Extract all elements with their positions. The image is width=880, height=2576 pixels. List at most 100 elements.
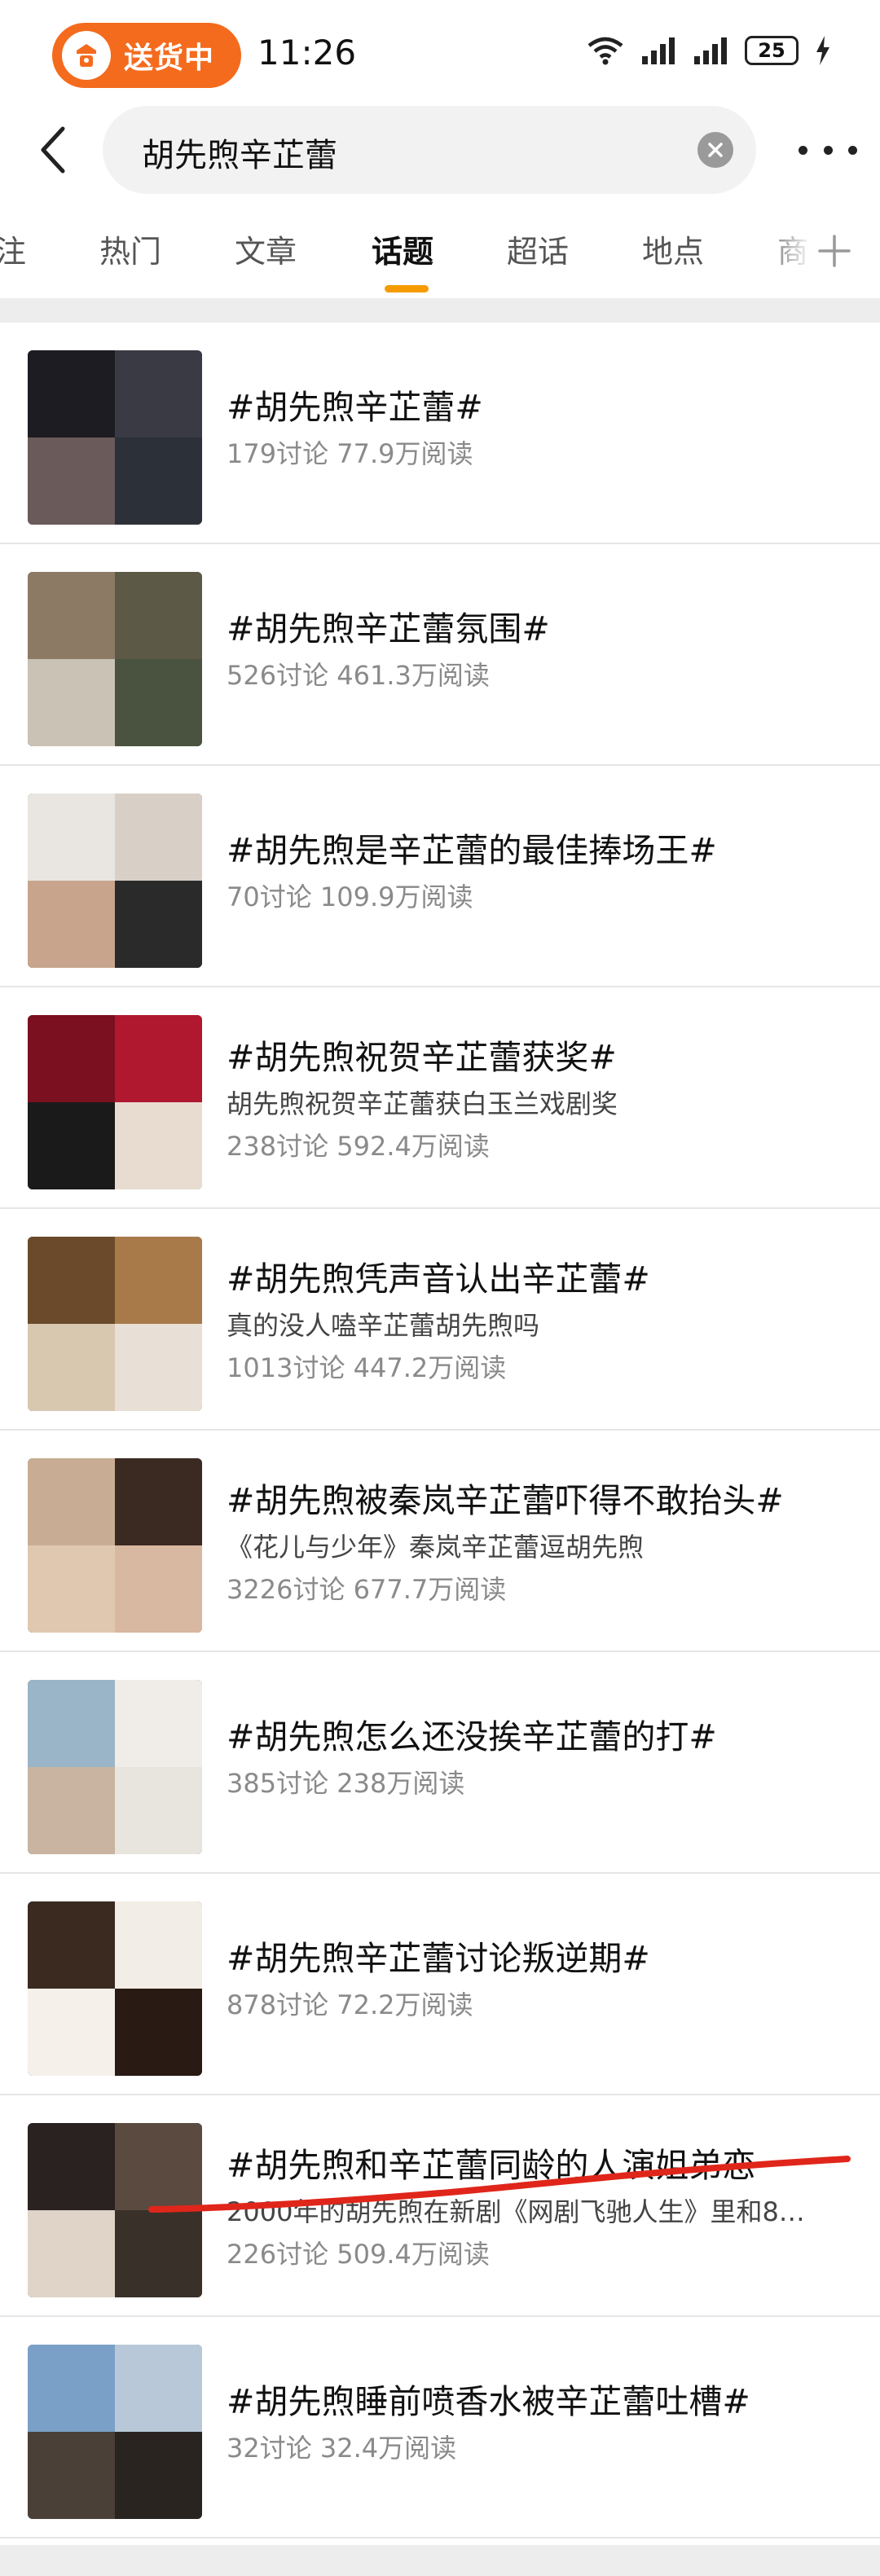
topic-item[interactable]: #胡先煦睡前喷香水被辛芷蕾吐槽# 32讨论 32.4万阅读 — [0, 2317, 880, 2539]
thumbnail-tile — [28, 659, 115, 746]
add-tab-icon[interactable] — [815, 231, 854, 270]
topic-item[interactable]: #胡先煦凭声音认出辛芷蕾# 真的没人嗑辛芷蕾胡先煦吗 1013讨论 447.2万阅读 — [0, 1209, 880, 1431]
tab-topics[interactable]: 话题 — [372, 226, 433, 271]
topic-thumbnail — [28, 572, 202, 746]
topic-item[interactable]: #胡先煦和辛芷蕾同龄的人演姐弟恋 2000年的胡先煦在新剧《网剧飞驰人生》里和8…… — [0, 2095, 880, 2317]
thumbnail-tile — [28, 572, 115, 659]
thumbnail-tile — [115, 350, 202, 437]
thumbnail-tile — [28, 2432, 115, 2519]
topic-title: #胡先煦辛芷蕾# — [227, 388, 483, 427]
topic-item[interactable]: #胡先煦是辛芷蕾的最佳捧场王# 70讨论 109.9万阅读 — [0, 766, 880, 987]
more-options-button[interactable] — [799, 132, 857, 168]
search-tabs: 注 热门 文章 话题 超话 地点 商 — [0, 213, 880, 298]
topic-item[interactable]: #胡先煦辛芷蕾# 179讨论 77.9万阅读 — [0, 323, 880, 544]
topic-title: #胡先煦被秦岚辛芷蕾吓得不敢抬头# — [227, 1481, 784, 1520]
topic-thumbnail — [28, 2123, 202, 2297]
topic-title: #胡先煦和辛芷蕾同龄的人演姐弟恋 — [227, 2146, 756, 2185]
thumbnail-tile — [115, 1102, 202, 1189]
tab-hot[interactable]: 热门 — [99, 226, 161, 271]
thumbnail-tile — [28, 1458, 115, 1545]
tab-articles[interactable]: 文章 — [235, 226, 297, 271]
topic-description: 2000年的胡先煦在新剧《网剧飞驰人生》里和8… — [227, 2196, 805, 2227]
topic-title: #胡先煦辛芷蕾氛围# — [227, 609, 550, 648]
section-divider — [0, 298, 880, 323]
topic-stats: 526讨论 461.3万阅读 — [227, 660, 490, 691]
signal-icon — [642, 37, 675, 64]
thumbnail-tile — [115, 1767, 202, 1854]
clear-icon — [708, 143, 723, 157]
topic-title: #胡先煦凭声音认出辛芷蕾# — [227, 1259, 650, 1299]
thumbnail-tile — [115, 2345, 202, 2432]
thumbnail-tile — [28, 1237, 115, 1324]
thumbnail-tile — [115, 659, 202, 746]
topic-thumbnail — [28, 350, 202, 525]
charging-icon — [816, 36, 829, 65]
thumbnail-tile — [115, 572, 202, 659]
topic-stats: 70讨论 109.9万阅读 — [227, 881, 473, 912]
topic-thumbnail — [28, 793, 202, 968]
status-bar: 送货中 11:26 25 — [0, 0, 880, 106]
thumbnail-tile — [28, 1102, 115, 1189]
thumbnail-tile — [115, 1901, 202, 1989]
thumbnail-tile — [28, 2210, 115, 2297]
thumbnail-tile — [115, 1989, 202, 2076]
topic-stats: 3226讨论 677.7万阅读 — [227, 1574, 507, 1605]
topic-stats: 226讨论 509.4万阅读 — [227, 2239, 490, 2270]
back-button[interactable] — [26, 121, 78, 179]
thumbnail-tile — [115, 2123, 202, 2210]
topic-thumbnail — [28, 1458, 202, 1633]
topic-stats: 179讨论 77.9万阅读 — [227, 438, 473, 469]
delivery-logo-icon — [62, 31, 111, 80]
thumbnail-tile — [28, 1545, 115, 1633]
topic-item[interactable]: #胡先煦辛芷蕾氛围# 526讨论 461.3万阅读 — [0, 544, 880, 766]
topic-stats: 385讨论 238万阅读 — [227, 1768, 465, 1799]
topic-title: #胡先煦辛芷蕾讨论叛逆期# — [227, 1939, 650, 1978]
thumbnail-tile — [115, 1545, 202, 1633]
thumbnail-tile — [28, 1680, 115, 1767]
thumbnail-tile — [115, 437, 202, 525]
topic-thumbnail — [28, 1015, 202, 1189]
topic-item[interactable]: #胡先煦被秦岚辛芷蕾吓得不敢抬头# 《花儿与少年》秦岚辛芷蕾逗胡先煦 3226讨论 … — [0, 1431, 880, 1652]
topic-description: 《花儿与少年》秦岚辛芷蕾逗胡先煦 — [227, 1532, 645, 1563]
topic-thumbnail — [28, 1237, 202, 1411]
topic-description: 胡先煦祝贺辛芷蕾获白玉兰戏剧奖 — [227, 1088, 618, 1119]
topic-stats: 1013讨论 447.2万阅读 — [227, 1352, 507, 1383]
delivery-status-pill[interactable]: 送货中 — [52, 23, 241, 88]
thumbnail-tile — [115, 1458, 202, 1545]
topic-item[interactable]: #胡先煦怎么还没挨辛芷蕾的打# 385讨论 238万阅读 — [0, 1652, 880, 1874]
thumbnail-tile — [115, 1324, 202, 1411]
delivery-label: 送货中 — [124, 42, 215, 75]
thumbnail-tile — [28, 437, 115, 525]
thumbnail-tile — [28, 1989, 115, 2076]
thumbnail-tile — [28, 881, 115, 968]
topic-stats: 878讨论 72.2万阅读 — [227, 1989, 473, 2020]
thumbnail-tile — [115, 1680, 202, 1767]
topic-description: 真的没人嗑辛芷蕾胡先煦吗 — [227, 1310, 540, 1341]
topic-item[interactable]: #胡先煦辛芷蕾讨论叛逆期# 878讨论 72.2万阅读 — [0, 1874, 880, 2095]
search-input[interactable]: 胡先煦辛芷蕾 — [103, 106, 756, 194]
tab-places[interactable]: 地点 — [642, 226, 704, 271]
search-query[interactable]: 胡先煦辛芷蕾 — [142, 129, 337, 176]
signal-icon — [694, 37, 727, 64]
thumbnail-tile — [28, 1015, 115, 1102]
tab-follow[interactable]: 注 — [0, 226, 26, 271]
thumbnail-tile — [28, 2123, 115, 2210]
thumbnail-tile — [28, 2345, 115, 2432]
wifi-icon — [587, 37, 623, 65]
back-arrow-icon — [41, 126, 65, 174]
thumbnail-tile — [115, 793, 202, 881]
battery-icon: 25 — [745, 36, 799, 65]
thumbnail-tile — [115, 2432, 202, 2519]
clock: 11:26 — [257, 33, 357, 73]
tab-super-topics[interactable]: 超话 — [507, 226, 569, 271]
thumbnail-tile — [28, 1767, 115, 1854]
topic-item[interactable]: #胡先煦祝贺辛芷蕾获奖# 胡先煦祝贺辛芷蕾获白玉兰戏剧奖 238讨论 592.4万阅… — [0, 987, 880, 1209]
topic-stats: 32讨论 32.4万阅读 — [227, 2433, 457, 2464]
clear-search-button[interactable] — [697, 132, 733, 168]
topic-title: #胡先煦是辛芷蕾的最佳捧场王# — [227, 831, 717, 870]
thumbnail-tile — [115, 2210, 202, 2297]
topic-title: #胡先煦睡前喷香水被辛芷蕾吐槽# — [227, 2382, 750, 2421]
topic-stats: 238讨论 592.4万阅读 — [227, 1131, 490, 1162]
more-dots-icon — [799, 145, 807, 155]
section-divider — [0, 2545, 880, 2576]
